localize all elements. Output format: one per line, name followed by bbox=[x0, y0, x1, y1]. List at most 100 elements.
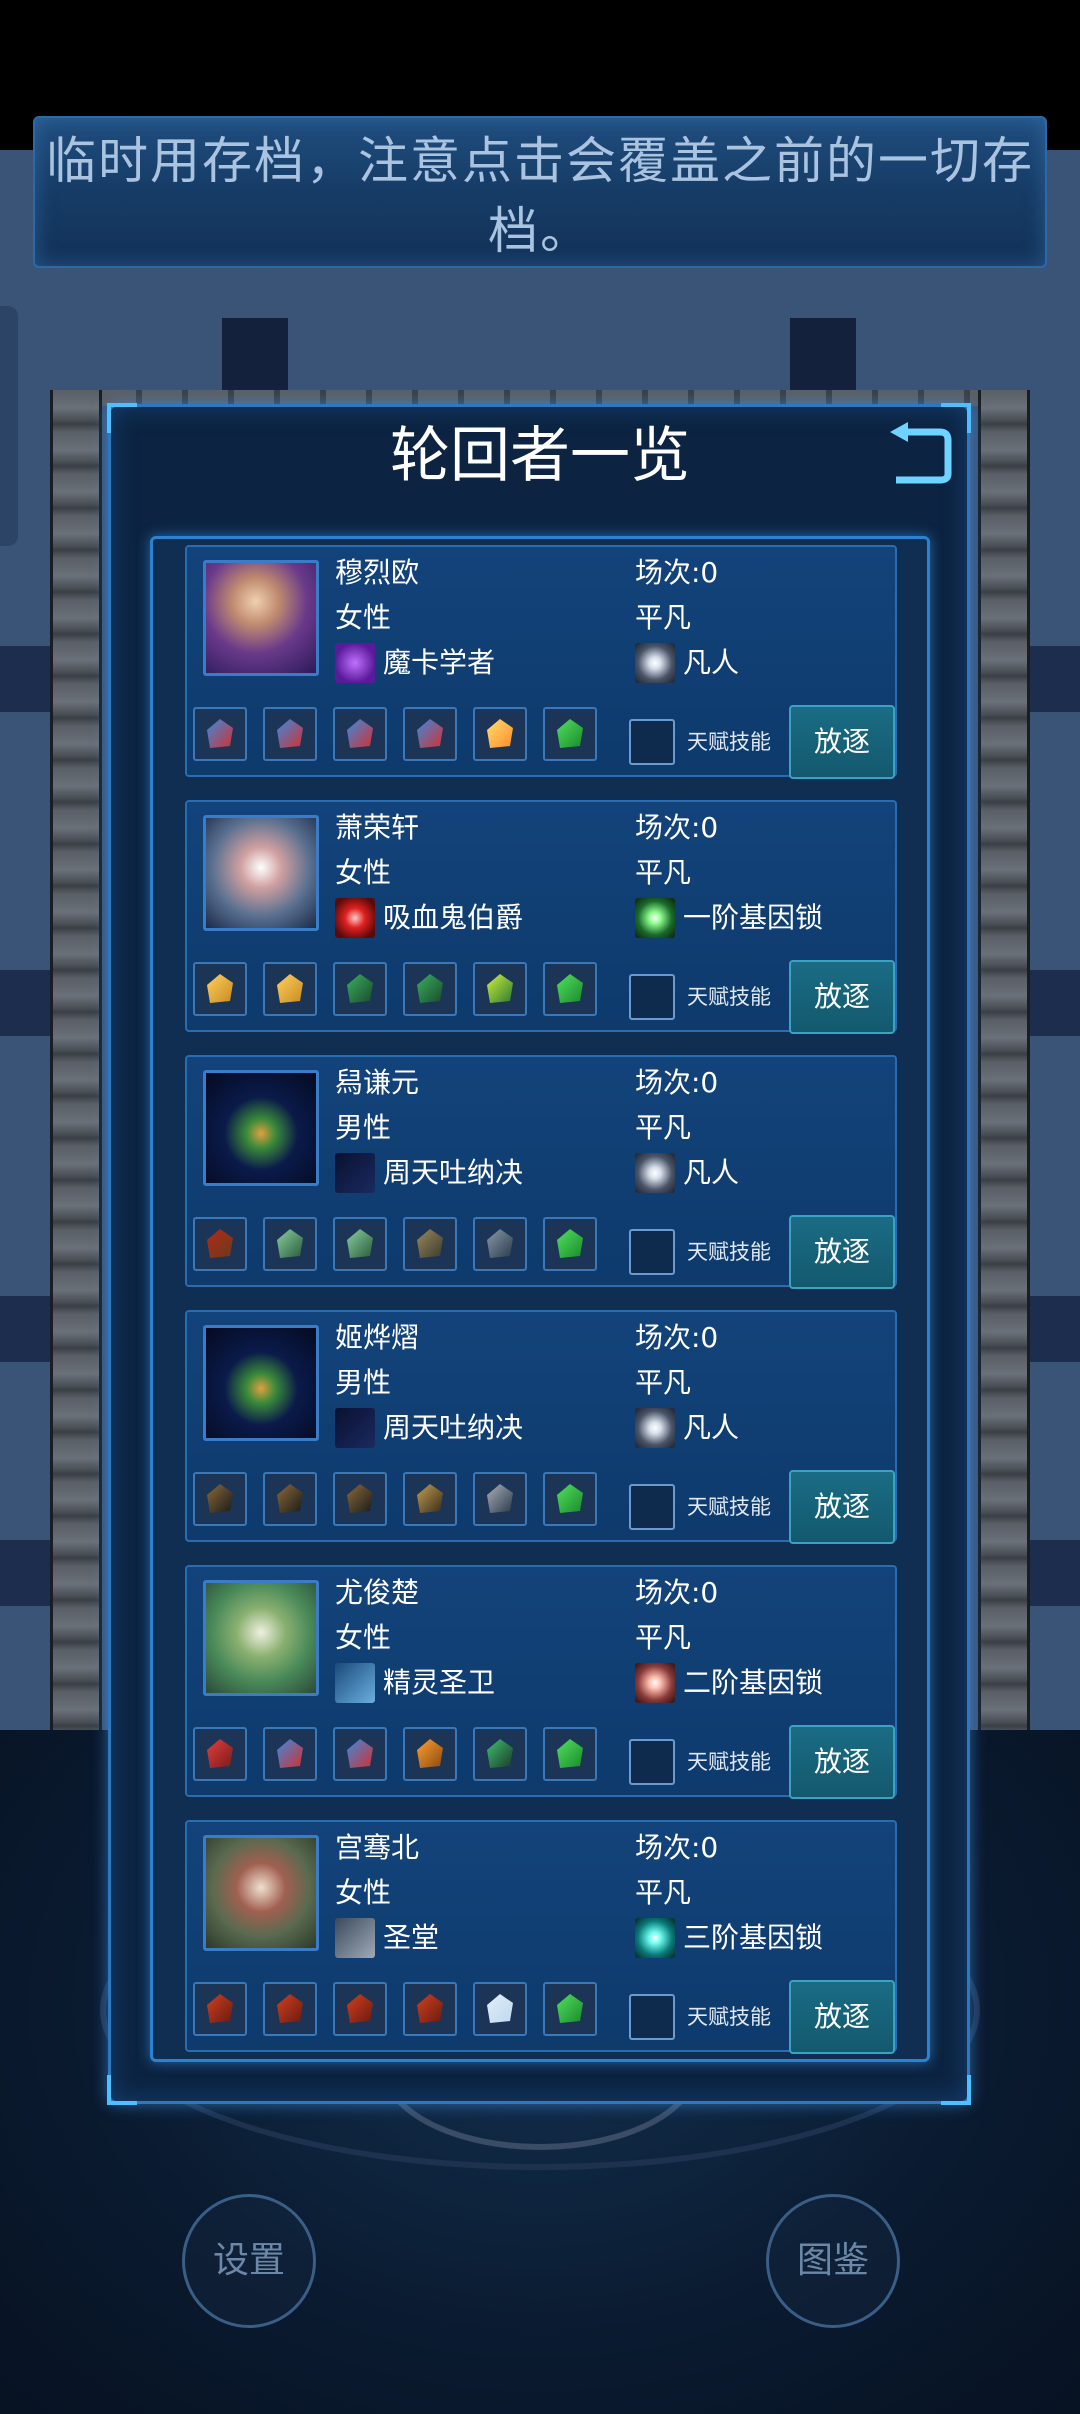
character-list[interactable]: 穆烈欧 女性 魔卡学者 场次:0 平凡 凡人 天赋技能 放逐 萧荣轩 女性 吸血… bbox=[150, 536, 930, 2062]
character-portrait[interactable] bbox=[203, 1580, 319, 1696]
exile-button[interactable]: 放逐 bbox=[789, 1725, 895, 1799]
recycle-icon[interactable] bbox=[543, 707, 597, 761]
character-level: 平凡 bbox=[635, 1111, 692, 1144]
character-card[interactable]: 姬烨熠 男性 周天吐纳决 场次:0 平凡 凡人 天赋技能 放逐 bbox=[185, 1310, 897, 1544]
character-gender: 女性 bbox=[335, 601, 392, 634]
character-portrait[interactable] bbox=[203, 1835, 319, 1951]
character-gender: 男性 bbox=[335, 1111, 392, 1144]
recycle-icon[interactable] bbox=[543, 1727, 597, 1781]
character-portrait[interactable] bbox=[203, 560, 319, 676]
wall-stripe bbox=[0, 1540, 50, 1606]
recycle-icon[interactable] bbox=[543, 1217, 597, 1271]
character-rank: 三阶基因锁 bbox=[683, 1921, 824, 1954]
wall-stripe bbox=[1030, 1296, 1080, 1362]
match-count: 场次:0 bbox=[635, 556, 719, 589]
character-portrait[interactable] bbox=[203, 1325, 319, 1441]
vampire-eye-icon bbox=[335, 898, 375, 938]
red-ore-icon[interactable] bbox=[403, 1982, 457, 2036]
talent-skill-checkbox[interactable] bbox=[629, 1484, 675, 1530]
settings-button[interactable]: 设置 bbox=[182, 2194, 316, 2328]
red-ore-icon[interactable] bbox=[193, 1982, 247, 2036]
green-dagger-icon[interactable] bbox=[473, 1727, 527, 1781]
codex-button[interactable]: 图鉴 bbox=[766, 2194, 900, 2328]
talent-skill-checkbox[interactable] bbox=[629, 974, 675, 1020]
wall-stripe bbox=[0, 970, 50, 1036]
character-portrait[interactable] bbox=[203, 815, 319, 931]
crossed-swords-icon bbox=[335, 1918, 375, 1958]
potion-icon[interactable] bbox=[263, 707, 317, 761]
character-rank: 凡人 bbox=[683, 1156, 740, 1189]
character-gender: 女性 bbox=[335, 1876, 392, 1909]
character-class: 精灵圣卫 bbox=[383, 1666, 496, 1699]
character-portrait[interactable] bbox=[203, 1070, 319, 1186]
recycle-icon[interactable] bbox=[543, 962, 597, 1016]
potion-icon[interactable] bbox=[403, 707, 457, 761]
talent-skill-checkbox[interactable] bbox=[629, 1994, 675, 2040]
sun-orb-icon[interactable] bbox=[473, 707, 527, 761]
red-crystal-icon[interactable] bbox=[193, 1727, 247, 1781]
character-card[interactable]: 舄谦元 男性 周天吐纳决 场次:0 平凡 凡人 天赋技能 放逐 bbox=[185, 1055, 897, 1289]
potion-icon[interactable] bbox=[333, 707, 387, 761]
helmet-icon[interactable] bbox=[193, 1217, 247, 1271]
recycle-icon[interactable] bbox=[543, 1472, 597, 1526]
wall-stripe bbox=[0, 1296, 50, 1362]
exile-button[interactable]: 放逐 bbox=[789, 1215, 895, 1289]
blaster-pistol-icon[interactable] bbox=[473, 1982, 527, 2036]
talent-skill-label: 天赋技能 bbox=[687, 985, 771, 1009]
green-gem-icon[interactable] bbox=[333, 962, 387, 1016]
return-arrow-icon[interactable] bbox=[886, 420, 954, 486]
corner-decor bbox=[907, 539, 927, 559]
talent-skill-label: 天赋技能 bbox=[687, 2005, 771, 2029]
fire-stone-icon[interactable] bbox=[403, 1727, 457, 1781]
leaf-blade-icon[interactable] bbox=[263, 1217, 317, 1271]
brick-wall-left bbox=[50, 390, 102, 1730]
green-gem-icon[interactable] bbox=[403, 962, 457, 1016]
character-rank: 凡人 bbox=[683, 646, 740, 679]
potion-icon[interactable] bbox=[263, 1727, 317, 1781]
gold-ore-icon[interactable] bbox=[193, 962, 247, 1016]
corner-decor bbox=[153, 2039, 173, 2059]
match-count: 场次:0 bbox=[635, 1066, 719, 1099]
goggles-icon[interactable] bbox=[263, 1472, 317, 1526]
exile-button[interactable]: 放逐 bbox=[789, 1980, 895, 2054]
rifle-icon[interactable] bbox=[473, 1217, 527, 1271]
character-card[interactable]: 尤俊楚 女性 精灵圣卫 场次:0 平凡 二阶基因锁 天赋技能 放逐 bbox=[185, 1565, 897, 1799]
character-card[interactable]: 宫骞北 女性 圣堂 场次:0 平凡 三阶基因锁 天赋技能 放逐 bbox=[185, 1820, 897, 2054]
armor-icon[interactable] bbox=[403, 1217, 457, 1271]
potion-icon[interactable] bbox=[193, 707, 247, 761]
red-ore-icon[interactable] bbox=[333, 1982, 387, 2036]
potion-icon[interactable] bbox=[333, 1727, 387, 1781]
exile-button[interactable]: 放逐 bbox=[789, 705, 895, 779]
corner-decor bbox=[907, 2039, 927, 2059]
assault-rifle-icon[interactable] bbox=[473, 1472, 527, 1526]
character-gender: 男性 bbox=[335, 1366, 392, 1399]
character-name: 姬烨熠 bbox=[335, 1321, 420, 1354]
goggles-icon[interactable] bbox=[333, 1472, 387, 1526]
character-rank: 一阶基因锁 bbox=[683, 901, 824, 934]
character-card[interactable]: 萧荣轩 女性 吸血鬼伯爵 场次:0 平凡 一阶基因锁 天赋技能 放逐 bbox=[185, 800, 897, 1034]
character-card[interactable]: 穆烈欧 女性 魔卡学者 场次:0 平凡 凡人 天赋技能 放逐 bbox=[185, 545, 897, 779]
talent-skill-checkbox[interactable] bbox=[629, 1739, 675, 1785]
character-level: 平凡 bbox=[635, 601, 692, 634]
talent-skill-checkbox[interactable] bbox=[629, 719, 675, 765]
rank-orb-icon bbox=[635, 1408, 675, 1448]
constellation-icon bbox=[335, 1153, 375, 1193]
recycle-icon[interactable] bbox=[543, 1982, 597, 2036]
elf-arrow-icon bbox=[335, 1663, 375, 1703]
wall-pillar bbox=[790, 318, 856, 396]
exile-button[interactable]: 放逐 bbox=[789, 1470, 895, 1544]
character-name: 尤俊楚 bbox=[335, 1576, 420, 1609]
character-level: 平凡 bbox=[635, 1621, 692, 1654]
character-class: 吸血鬼伯爵 bbox=[383, 901, 524, 934]
leaf-blade-icon[interactable] bbox=[333, 1217, 387, 1271]
rank-orb-icon bbox=[635, 898, 675, 938]
gold-ore-icon[interactable] bbox=[263, 962, 317, 1016]
red-ore-icon[interactable] bbox=[263, 1982, 317, 2036]
character-class: 魔卡学者 bbox=[383, 646, 496, 679]
exile-button[interactable]: 放逐 bbox=[789, 960, 895, 1034]
hat-icon[interactable] bbox=[403, 1472, 457, 1526]
save-warning-banner[interactable]: 临时用存档，注意点击会覆盖之前的一切存档。 bbox=[33, 116, 1047, 268]
talent-skill-checkbox[interactable] bbox=[629, 1229, 675, 1275]
goggles-icon[interactable] bbox=[193, 1472, 247, 1526]
magic-staff-icon[interactable] bbox=[473, 962, 527, 1016]
